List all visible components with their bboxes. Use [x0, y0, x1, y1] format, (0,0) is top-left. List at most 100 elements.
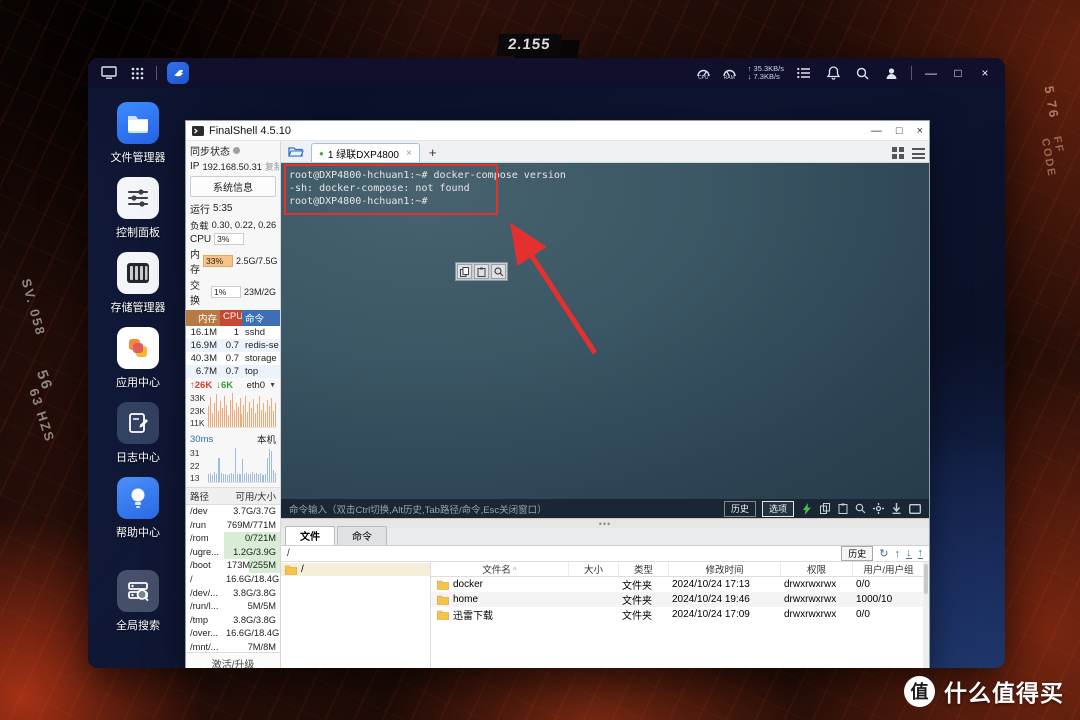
upload-icon[interactable]: ↑	[918, 548, 924, 559]
disk-usage: 3.8G/3.8G	[224, 587, 280, 601]
file-mtime-cell: 2024/10/24 17:09	[669, 609, 781, 620]
terminal-area[interactable]: root@DXP4800-hchuan1:~# docker-compose v…	[281, 163, 929, 499]
process-row[interactable]: 40.3M0.7storage	[186, 352, 280, 365]
nas-minimize-button[interactable]: —	[923, 66, 939, 80]
sidebar-item-storage[interactable]: 存储管理器	[98, 252, 178, 315]
disk-row[interactable]: /dev3.7G/3.7G	[186, 505, 280, 519]
notification-bell-icon[interactable]	[824, 64, 842, 82]
file-header-cell[interactable]: 修改时间	[669, 562, 781, 576]
system-info-button[interactable]: 系统信息	[190, 176, 276, 197]
session-tab[interactable]: ● 1 绿联DXP4800 ×	[311, 143, 420, 162]
task-list-icon[interactable]	[795, 64, 813, 82]
copy-icon[interactable]	[818, 502, 831, 515]
ram-gauge-icon[interactable]: RAM	[722, 66, 737, 81]
sidebar-item-folder[interactable]: 文件管理器	[98, 102, 178, 165]
process-header-cell: 内存	[186, 310, 220, 326]
nas-desktop-wallpaper: 文件管理器控制面板存储管理器应用中心日志中心帮助中心全局搜索 FinalShel…	[88, 88, 1005, 668]
file-row[interactable]: home文件夹2024/10/24 19:46drwxrwxrwx1000/10	[431, 592, 929, 607]
file-perm-cell: drwxrwxrwx	[781, 579, 853, 590]
disk-row[interactable]: /over...16.6G/18.4G	[186, 627, 280, 641]
layout-grid-icon[interactable]	[892, 147, 904, 159]
gear-icon[interactable]	[872, 502, 885, 515]
cpu-gauge-icon[interactable]: CPU	[696, 66, 711, 81]
file-header-cell[interactable]: 类型	[619, 562, 669, 576]
sidebar-item-help[interactable]: 帮助中心	[98, 477, 178, 540]
disk-row[interactable]: /dev/...3.8G/3.8G	[186, 587, 280, 601]
copy-ip-link[interactable]: 复制	[265, 160, 281, 173]
bg-text: 5 76	[1041, 85, 1062, 120]
up-directory-icon[interactable]: ↑	[895, 549, 901, 559]
lightning-icon[interactable]	[800, 502, 813, 515]
sidebar-item-apps[interactable]: 应用中心	[98, 327, 178, 390]
disk-row[interactable]: /run769M/771M	[186, 519, 280, 533]
file-table-scrollbar[interactable]	[923, 562, 929, 668]
nas-maximize-button[interactable]: □	[950, 66, 966, 80]
search-icon[interactable]	[491, 264, 506, 279]
folder-icon	[437, 595, 449, 605]
sidebar-item-search[interactable]: 全局搜索	[98, 570, 178, 633]
chart-bar	[252, 472, 253, 482]
paste-icon[interactable]	[474, 264, 489, 279]
new-tab-button[interactable]: +	[424, 145, 442, 162]
network-speed-indicator[interactable]: ↑ 35.3KB/s ↓ 7.3KB/s	[748, 65, 784, 82]
interface-selector[interactable]: eth0	[247, 380, 266, 391]
chart-bar	[273, 470, 274, 482]
disk-row[interactable]: /ugre...1.2G/3.9G	[186, 546, 280, 560]
history-button[interactable]: 历史	[724, 501, 756, 517]
finalshell-titlebar[interactable]: FinalShell 4.5.10 — □ ×	[186, 121, 929, 141]
fs-minimize-button[interactable]: —	[871, 125, 882, 137]
menu-icon[interactable]	[912, 148, 925, 159]
search-icon[interactable]	[854, 502, 867, 515]
user-icon[interactable]	[882, 64, 900, 82]
running-app-icon[interactable]	[167, 62, 189, 84]
file-row[interactable]: 迅雷下载文件夹2024/10/24 17:09drwxrwxrwx0/0	[431, 607, 929, 622]
file-row[interactable]: docker文件夹2024/10/24 17:13drwxrwxrwx0/0	[431, 577, 929, 592]
process-row[interactable]: 6.7M0.7top	[186, 365, 280, 378]
file-name-cell: home	[431, 594, 569, 605]
disk-row[interactable]: /tmp3.8G/3.8G	[186, 614, 280, 628]
file-header-cell[interactable]: 文件名^	[431, 562, 569, 576]
open-connections-icon[interactable]	[285, 143, 307, 161]
disk-row[interactable]: /run/l...5M/5M	[186, 600, 280, 614]
paste-icon[interactable]	[836, 502, 849, 515]
chart-bar	[262, 475, 263, 482]
fs-maximize-button[interactable]: □	[896, 125, 903, 137]
current-path[interactable]: /	[287, 548, 835, 559]
fs-close-button[interactable]: ×	[917, 125, 923, 137]
copy-icon[interactable]	[457, 264, 472, 279]
sidebar-item-log[interactable]: 日志中心	[98, 402, 178, 465]
disk-row[interactable]: /16.6G/18.4G	[186, 573, 280, 587]
tab-files[interactable]: 文件	[285, 526, 335, 545]
file-header-cell[interactable]: 大小	[569, 562, 619, 576]
tab-commands[interactable]: 命令	[337, 526, 387, 545]
disk-row[interactable]: /rom0/721M	[186, 532, 280, 546]
chevron-down-icon[interactable]: ▼	[269, 382, 276, 389]
file-header-cell[interactable]: 权限	[781, 562, 853, 576]
tab-close-icon[interactable]: ×	[406, 148, 412, 159]
memory-label: 内存	[190, 246, 200, 276]
disk-row[interactable]: /mnt/...7M/8M	[186, 641, 280, 652]
taskbar-divider	[156, 66, 157, 80]
command-input-bar[interactable]: 命令输入（双击Ctrl切换,Alt历史,Tab路径/命令,Esc关闭窗口） 历史…	[281, 499, 929, 518]
disk-row[interactable]: /boot173M/255M	[186, 559, 280, 573]
ping-chart: 312213	[190, 447, 276, 483]
terminal-line: root@DXP4800-hchuan1:~#	[289, 195, 566, 208]
download-icon[interactable]: ↓	[906, 548, 912, 559]
desktop-icon[interactable]	[100, 64, 118, 82]
nas-close-button[interactable]: ×	[977, 66, 993, 80]
file-header-cell[interactable]: 用户/用户组	[853, 562, 925, 576]
file-owner-cell: 0/0	[853, 579, 925, 590]
window-mode-icon[interactable]	[908, 502, 921, 515]
tree-root-item[interactable]: /	[281, 563, 430, 576]
search-icon[interactable]	[853, 64, 871, 82]
refresh-icon[interactable]: ↻	[879, 549, 888, 559]
path-history-button[interactable]: 历史	[841, 546, 873, 561]
app-grid-icon[interactable]	[128, 64, 146, 82]
chart-tick: 22	[190, 461, 208, 471]
download-arrow-icon[interactable]	[890, 502, 903, 515]
process-row[interactable]: 16.9M0.7redis-se	[186, 339, 280, 352]
activate-upgrade-link[interactable]: 激活/升级	[186, 652, 280, 668]
sidebar-item-control[interactable]: 控制面板	[98, 177, 178, 240]
options-button[interactable]: 选项	[762, 501, 794, 517]
process-row[interactable]: 16.1M1sshd	[186, 326, 280, 339]
